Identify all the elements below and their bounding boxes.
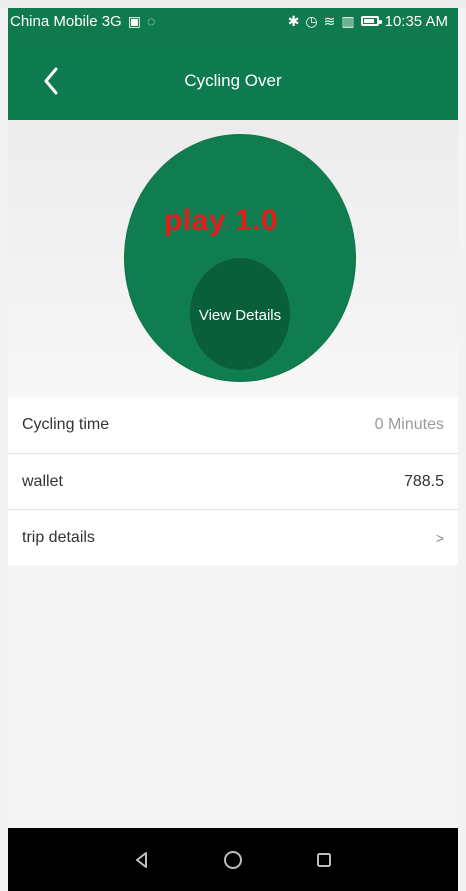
summary-hero: play 1.0 View Details	[8, 120, 458, 397]
back-triangle-icon	[135, 851, 147, 868]
battery-icon	[360, 16, 382, 26]
alarm-icon: ◷	[305, 13, 318, 29]
cycling-time-row: Cycling time 0 Minutes	[8, 397, 458, 453]
chevron-right-icon: >	[435, 529, 444, 546]
system-nav-bar	[8, 828, 458, 891]
header-bar: Cycling Over	[8, 42, 458, 120]
sim-icon: ▣	[127, 13, 141, 29]
status-time: 10:35 AM	[384, 12, 448, 30]
top-screen-edge	[0, 0, 466, 8]
wifi-icon: ≋	[323, 13, 336, 29]
nav-recents-button[interactable]	[310, 846, 338, 874]
summary-title: play 1.0	[164, 204, 279, 237]
view-details-button[interactable]: View Details	[190, 258, 290, 370]
device-screen: China Mobile 3G ▣ ◌ ✱ ◷ ≋ ▥ 10:35 AM Cyc…	[8, 0, 458, 891]
nav-home-button[interactable]	[219, 846, 247, 874]
trip-details-row[interactable]: trip details >	[8, 509, 458, 565]
wallet-label: wallet	[22, 472, 63, 490]
cycling-time-value: 0 Minutes	[374, 416, 444, 433]
summary-circle: play 1.0 View Details	[124, 134, 356, 382]
trip-details-label: trip details	[22, 528, 95, 546]
notification-icon: ◌	[146, 13, 156, 29]
empty-content-area	[8, 565, 458, 828]
back-arrow-icon	[44, 67, 58, 95]
view-details-label: View Details	[198, 306, 282, 324]
nav-back-button[interactable]	[128, 846, 156, 874]
signal-icon: ▥	[341, 13, 355, 29]
status-left: China Mobile 3G ▣ ◌	[10, 13, 155, 30]
cycling-time-label: Cycling time	[22, 416, 110, 433]
recents-square-icon	[317, 852, 332, 867]
page-title: Cycling Over	[184, 71, 282, 90]
wallet-value: 788.5	[403, 472, 444, 490]
status-right: ✱ ◷ ≋ ▥ 10:35 AM	[288, 13, 448, 30]
carrier-name: China Mobile 3G	[10, 12, 122, 30]
wallet-row: wallet 788.5	[8, 453, 458, 509]
bluetooth-icon: ✱	[287, 13, 300, 29]
home-circle-icon	[223, 850, 242, 869]
trip-summary-list: Cycling time 0 Minutes wallet 788.5 trip…	[8, 397, 458, 565]
back-button[interactable]	[30, 60, 72, 102]
